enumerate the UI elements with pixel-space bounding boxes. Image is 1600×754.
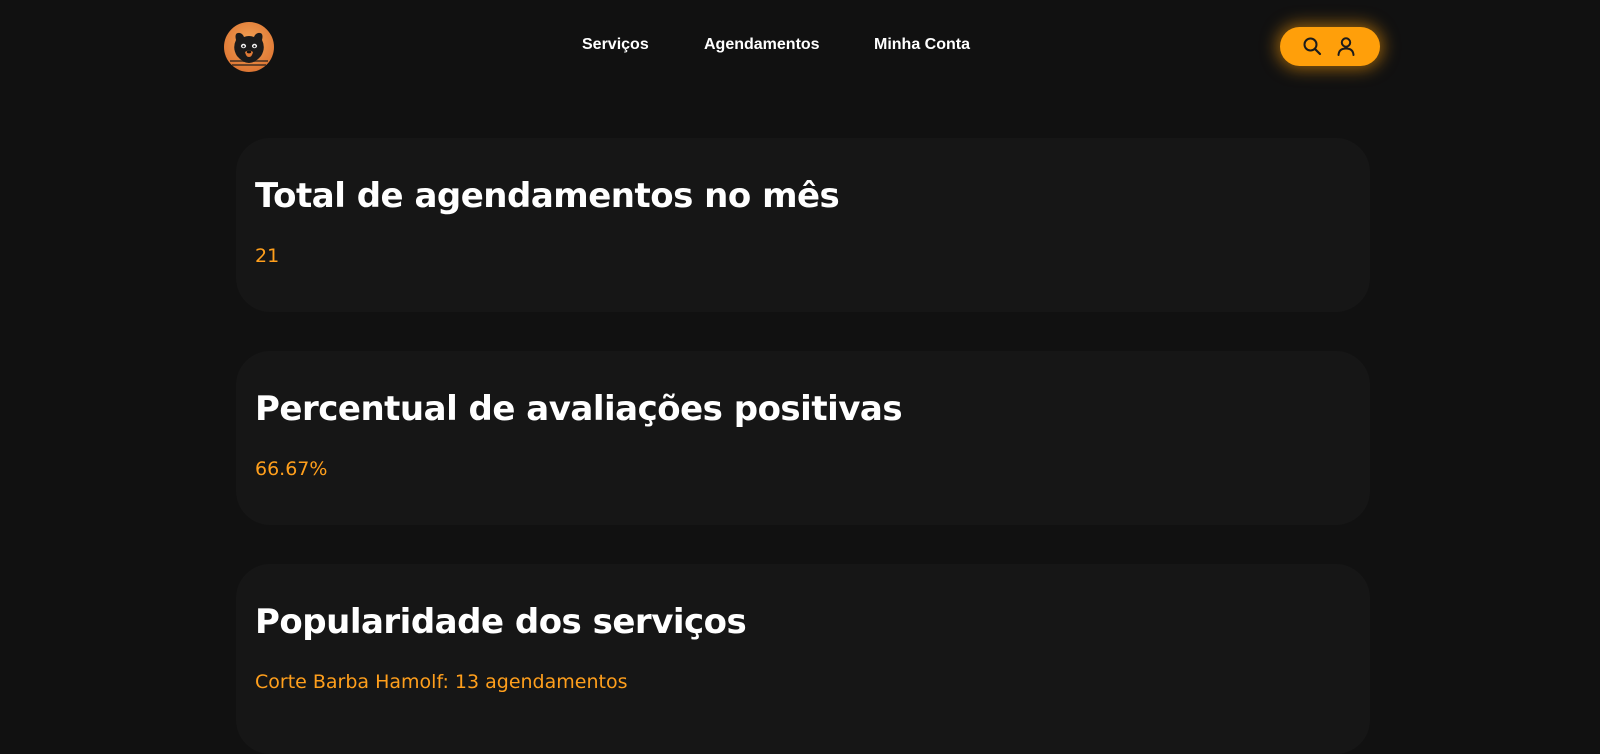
nav-servicos[interactable]: Serviços <box>582 36 649 54</box>
search-icon[interactable] <box>1301 35 1323 57</box>
card-title: Percentual de avaliações positivas <box>255 389 903 429</box>
card-title: Popularidade dos serviços <box>255 602 747 642</box>
card-title: Total de agendamentos no mês <box>255 176 840 216</box>
nav-agendamentos[interactable]: Agendamentos <box>704 36 820 54</box>
user-icon[interactable] <box>1335 35 1357 57</box>
site-header: Serviços Agendamentos Minha Conta <box>0 0 1600 95</box>
card-value: 21 <box>255 245 280 267</box>
card-value: Corte Barba Hamolf: 13 agendamentos <box>255 671 628 693</box>
nav-minha-conta[interactable]: Minha Conta <box>874 36 970 54</box>
header-actions <box>1280 27 1380 66</box>
stat-card-popularidade-servicos: Popularidade dos serviços Corte Barba Ha… <box>236 564 1370 754</box>
stat-card-total-agendamentos: Total de agendamentos no mês 21 <box>236 138 1370 312</box>
stat-card-avaliacoes-positivas: Percentual de avaliações positivas 66.67… <box>236 351 1370 525</box>
card-value: 66.67% <box>255 458 328 480</box>
